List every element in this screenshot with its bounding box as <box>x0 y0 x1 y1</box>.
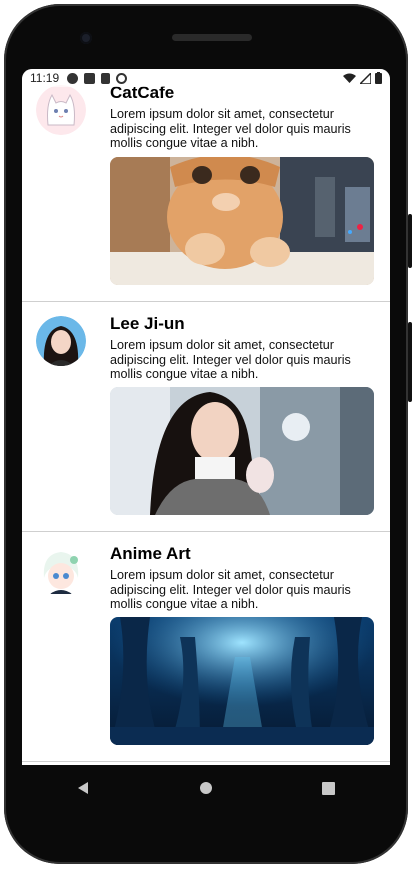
status-time: 11:19 <box>30 71 60 85</box>
post-text: Lorem ipsum dolor sit amet, consectetur … <box>110 338 351 381</box>
post-author-name: Lee Ji-un <box>110 314 185 333</box>
status-bar: 11:19 <box>22 69 390 87</box>
back-button[interactable] <box>63 768 103 808</box>
signal-icon <box>360 72 371 84</box>
status-icons-right <box>343 72 382 84</box>
post-card[interactable]: Anime Art Lorem ipsum dolor sit amet, co… <box>22 532 390 762</box>
system-nav-bar <box>22 765 390 811</box>
front-camera <box>80 32 92 44</box>
person-avatar[interactable] <box>36 316 86 366</box>
post-feed[interactable]: CatCafe Lorem ipsum dolor sit amet, cons… <box>22 69 390 762</box>
recents-button[interactable] <box>309 768 349 808</box>
battery-icon <box>375 72 382 84</box>
post-author-name: Anime Art <box>110 544 191 563</box>
sync-icon <box>116 72 128 84</box>
screen: 11:19 CatCafe Lorem ipsum dolor sit amet… <box>22 69 390 765</box>
power-button <box>408 214 412 268</box>
cat-photo[interactable] <box>110 157 374 285</box>
recents-icon <box>322 781 336 795</box>
post-text: Lorem ipsum dolor sit amet, consectetur … <box>110 107 351 150</box>
cat-cartoon-avatar[interactable] <box>36 85 86 135</box>
earpiece-speaker <box>172 34 252 41</box>
person-photo[interactable] <box>110 387 374 515</box>
home-icon <box>199 782 212 794</box>
post-text: Lorem ipsum dolor sit amet, consectetur … <box>110 568 351 611</box>
back-icon <box>78 782 89 794</box>
wifi-icon <box>343 73 356 83</box>
sd-card-icon <box>101 72 111 84</box>
anime-avatar[interactable] <box>36 546 86 596</box>
app-icon <box>84 72 96 84</box>
blue-forest-art[interactable] <box>110 617 374 745</box>
a-badge-icon <box>67 72 79 84</box>
volume-button <box>408 322 412 402</box>
post-card[interactable]: CatCafe Lorem ipsum dolor sit amet, cons… <box>22 69 390 302</box>
post-card[interactable]: Lee Ji-un Lorem ipsum dolor sit amet, co… <box>22 302 390 532</box>
home-button[interactable] <box>186 768 226 808</box>
